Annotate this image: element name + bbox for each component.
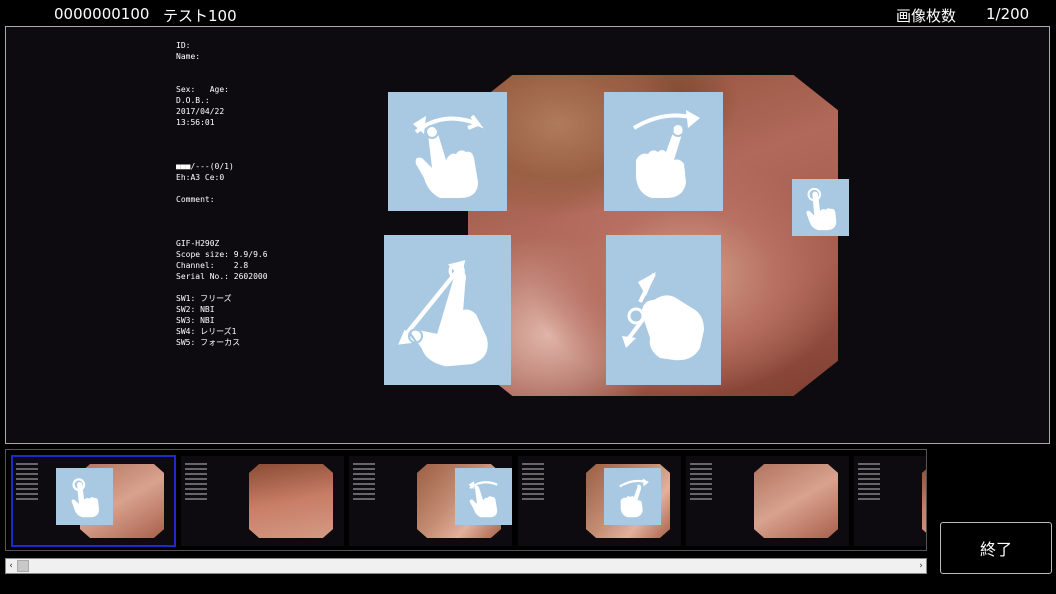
image-viewer[interactable]: ID: Name: Sex: Age: D.O.B.: 2017/04/22 13:56:…	[5, 26, 1050, 444]
info-line: Channel: 2.8	[176, 261, 249, 270]
info-line	[176, 62, 286, 73]
info-line: 2017/04/22	[176, 107, 225, 116]
thumbnail-info	[522, 460, 544, 503]
thumbnail-2[interactable]	[181, 456, 344, 546]
info-line	[176, 282, 286, 293]
header-bar: 0000000100 テスト100 画像枚数 1/200	[0, 0, 1056, 28]
thumbnail-image	[249, 464, 333, 538]
pinch-out-gesture-icon	[384, 235, 511, 385]
thumbnail-info	[858, 460, 880, 503]
thumbnail-image	[922, 464, 926, 538]
thumbnail-4[interactable]	[518, 456, 681, 546]
thumbnail-info	[16, 460, 38, 503]
thumbnail-strip[interactable]	[5, 449, 927, 551]
info-line: Serial No.: 2602000	[176, 272, 268, 281]
info-line: Comment:	[176, 195, 215, 204]
patient-name: テスト100	[163, 7, 237, 25]
thumbnail-scrollbar[interactable]: ‹ ›	[5, 558, 927, 574]
image-count-value: 1/200	[986, 5, 1030, 23]
info-line: Scope size: 9.9/9.6	[176, 250, 268, 259]
info-line: GIF-H290Z	[176, 239, 220, 248]
pinch-in-gesture-icon	[606, 235, 721, 385]
info-line: SW1: フリーズ	[176, 294, 232, 303]
info-line: Eh:A3 Ce:0	[176, 173, 225, 182]
info-line	[176, 139, 286, 150]
tap-gesture-icon	[56, 468, 113, 525]
thumbnail-5[interactable]	[686, 456, 849, 546]
scroll-right-arrow-icon[interactable]: ›	[916, 559, 926, 573]
info-line: ID:	[176, 41, 191, 50]
scroll-thumb[interactable]	[17, 560, 29, 572]
info-line: SW5: フォーカス	[176, 338, 241, 347]
image-count-label: 画像枚数	[896, 7, 957, 25]
tap-gesture-icon	[792, 179, 849, 236]
info-line: SW3: NBI	[176, 316, 215, 325]
info-line: ■■■/---(0/1)	[176, 162, 234, 171]
thumbnail-3[interactable]	[349, 456, 512, 546]
info-line: 13:56:01	[176, 118, 215, 127]
scroll-left-arrow-icon[interactable]: ‹	[6, 559, 16, 573]
info-line	[176, 73, 286, 84]
info-line	[176, 128, 286, 139]
info-line	[176, 205, 286, 216]
thumbnail-6[interactable]	[854, 456, 926, 546]
info-line	[176, 216, 286, 227]
info-line: Name:	[176, 52, 201, 61]
thumbnail-info	[353, 460, 375, 503]
swipe-left-gesture-icon	[388, 92, 507, 211]
info-line	[176, 150, 286, 161]
end-button[interactable]: 終了	[940, 522, 1052, 574]
info-line	[176, 183, 286, 194]
swipe-right-gesture-icon	[604, 468, 661, 525]
swipe-right-gesture-icon	[604, 92, 723, 211]
info-line	[176, 227, 286, 238]
thumbnail-info	[185, 460, 207, 503]
swipe-left-gesture-icon	[455, 468, 512, 525]
info-line: SW4: レリーズ1	[176, 327, 237, 336]
info-line: D.O.B.:	[176, 96, 210, 105]
exam-info-panel: ID: Name: Sex: Age: D.O.B.: 2017/04/22 13:56:…	[176, 40, 286, 348]
thumbnail-image	[754, 464, 838, 538]
info-line: SW2: NBI	[176, 305, 215, 314]
info-line: Sex: Age:	[176, 85, 229, 94]
thumbnail-1[interactable]	[11, 455, 176, 547]
patient-id: 0000000100	[54, 5, 150, 23]
thumbnail-info	[690, 460, 712, 503]
